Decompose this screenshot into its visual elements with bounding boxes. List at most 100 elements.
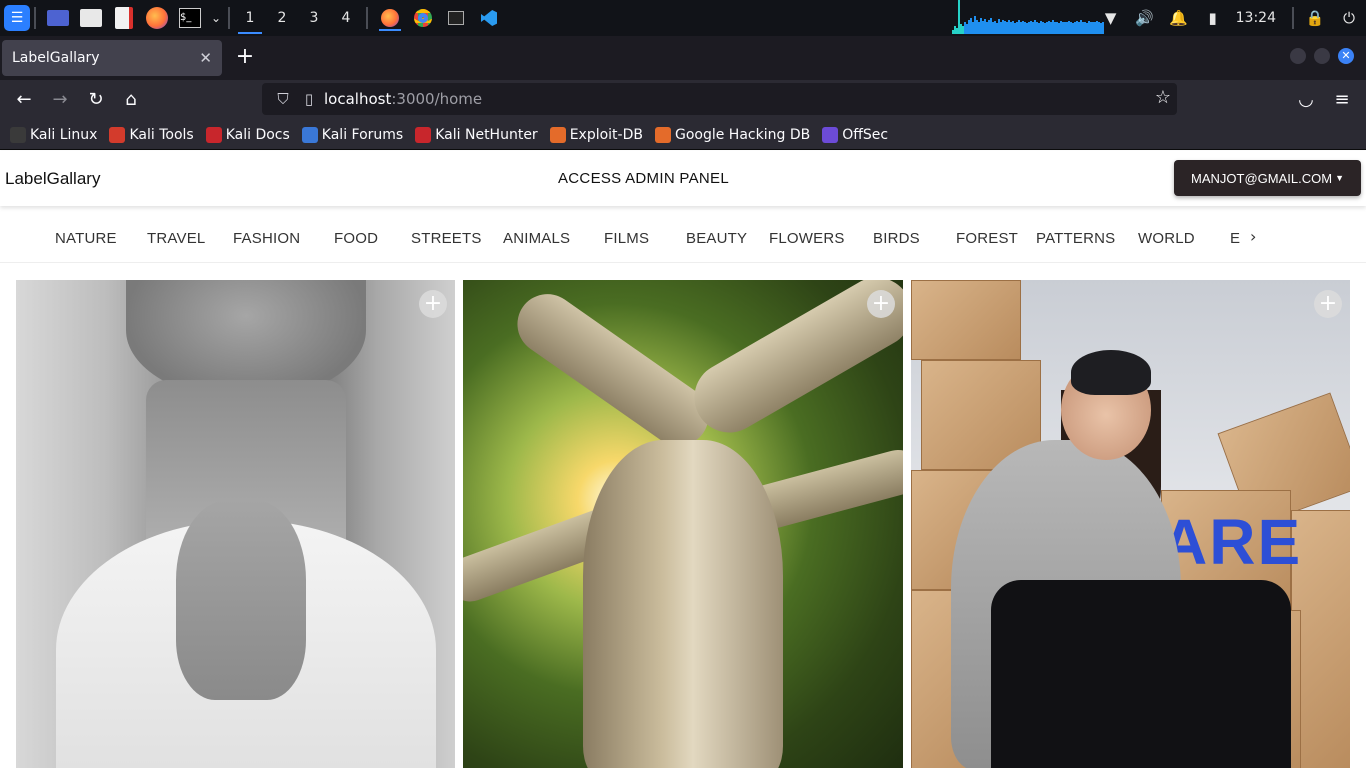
vscode-window-icon[interactable]: [474, 3, 504, 33]
category-food[interactable]: FOOD: [334, 230, 378, 247]
hamburger-menu-icon[interactable]: ≡: [1330, 88, 1354, 112]
bookmark-item[interactable]: Kali Docs: [205, 126, 290, 143]
window-controls: ✕: [1290, 48, 1354, 64]
bookmark-label: OffSec: [842, 126, 889, 143]
lock-icon[interactable]: 🔒: [1298, 0, 1332, 36]
terminal-launcher-icon[interactable]: $_: [175, 3, 205, 33]
terminal-window-icon[interactable]: [441, 3, 471, 33]
os-taskbar: ☰ $_ ⌄ 1 2 3 4 ▼ 🔊 🔔 ▮ 13:24 🔒 ⏻: [0, 0, 1366, 36]
taskbar-separator: [228, 7, 230, 29]
photo-branch: [505, 282, 721, 458]
taskbar-separator: [366, 7, 368, 29]
back-arrow-icon[interactable]: ←: [12, 88, 36, 112]
maximize-window-button[interactable]: [1314, 48, 1330, 64]
new-tab-button[interactable]: +: [234, 45, 256, 69]
bookmark-item[interactable]: Kali Forums: [301, 126, 404, 143]
category-animals[interactable]: ANIMALS: [503, 230, 570, 247]
shield-icon[interactable]: ⛉: [272, 90, 294, 108]
text-editor-icon[interactable]: [109, 3, 139, 33]
user-menu-button[interactable]: MANJOT@GMAIL.COM ▼: [1174, 160, 1361, 196]
user-email: MANJOT@GMAIL.COM: [1191, 170, 1333, 186]
workspace-desktop-icon[interactable]: [43, 3, 73, 33]
kali-menu-icon[interactable]: ☰: [4, 5, 30, 31]
category-travel[interactable]: TRAVEL: [147, 230, 205, 247]
bookmark-favicon-icon: [415, 126, 432, 143]
volume-icon[interactable]: 🔊: [1128, 0, 1162, 36]
gallery-photo[interactable]: +: [16, 280, 455, 768]
photo-graffiti: ARE: [1161, 506, 1303, 578]
add-photo-button[interactable]: +: [419, 290, 447, 318]
bookmark-favicon-icon: [205, 126, 222, 143]
bookmark-label: Kali Linux: [30, 126, 98, 143]
workspace-3[interactable]: 3: [298, 0, 330, 36]
bookmark-item[interactable]: Kali Linux: [10, 126, 98, 143]
workspace-switcher: 1 2 3 4: [234, 0, 362, 36]
power-icon[interactable]: ⏻: [1332, 0, 1366, 36]
photo-hand: [176, 500, 306, 700]
bookmark-favicon-icon: [301, 126, 318, 143]
category-world[interactable]: WORLD: [1138, 230, 1195, 247]
cpu-usage-graph: [952, 0, 1106, 34]
bookmark-item[interactable]: Exploit-DB: [549, 126, 643, 143]
bookmark-label: Google Hacking DB: [674, 126, 811, 143]
bookmark-item[interactable]: Kali NetHunter: [415, 126, 538, 143]
file-manager-icon[interactable]: [76, 3, 106, 33]
bookmark-item[interactable]: OffSec: [822, 126, 889, 143]
category-forest[interactable]: FOREST: [956, 230, 1018, 247]
category-flowers[interactable]: FLOWERS: [769, 230, 845, 247]
caret-down-icon: ▼: [1335, 173, 1344, 183]
firefox-window-icon[interactable]: [375, 3, 405, 33]
pocket-icon[interactable]: ◡: [1294, 88, 1318, 112]
photo-legs: [991, 580, 1291, 768]
url-host: localhost: [324, 90, 392, 108]
category-nature[interactable]: NATURE: [55, 230, 117, 247]
forward-arrow-icon[interactable]: →: [48, 88, 72, 112]
gallery-photo[interactable]: +: [463, 280, 903, 768]
wifi-icon[interactable]: ▼: [1094, 0, 1128, 36]
chevron-right-icon[interactable]: ›: [1250, 227, 1256, 246]
browser-tab-active[interactable]: LabelGallary ✕: [2, 40, 222, 76]
site-brand[interactable]: LabelGallary: [5, 169, 100, 189]
close-tab-icon[interactable]: ✕: [199, 49, 212, 67]
reload-icon[interactable]: ↻: [84, 88, 108, 112]
workspace-4[interactable]: 4: [330, 0, 362, 36]
category-birds[interactable]: BIRDS: [873, 230, 920, 247]
bookmark-item[interactable]: Google Hacking DB: [654, 126, 811, 143]
category-beauty[interactable]: BEAUTY: [686, 230, 747, 247]
bookmark-star-icon[interactable]: ☆: [1155, 87, 1171, 108]
browser-tab-strip: LabelGallary ✕: [0, 36, 1366, 80]
gallery-photo[interactable]: ARE +: [911, 280, 1350, 768]
bookmark-item[interactable]: Kali Tools: [109, 126, 194, 143]
category-fashion[interactable]: FASHION: [233, 230, 300, 247]
system-tray: ▼ 🔊 🔔 ▮ 13:24 🔒 ⏻: [1094, 0, 1366, 36]
category-e[interactable]: E: [1230, 230, 1240, 247]
taskbar-separator: [34, 7, 36, 29]
chevron-down-icon[interactable]: ⌄: [208, 3, 224, 33]
photo-gallery: + + ARE +: [0, 280, 1366, 768]
close-window-button[interactable]: ✕: [1338, 48, 1354, 64]
bookmark-label: Kali NetHunter: [435, 126, 538, 143]
clock[interactable]: 13:24: [1230, 10, 1288, 26]
bookmark-favicon-icon: [10, 126, 26, 143]
bookmark-label: Kali Forums: [321, 126, 404, 143]
address-bar[interactable]: ⛉ ▯ localhost:3000/home ☆: [262, 83, 1177, 115]
add-photo-button[interactable]: +: [867, 290, 895, 318]
admin-panel-link[interactable]: ACCESS ADMIN PANEL: [558, 170, 729, 187]
home-icon[interactable]: ⌂: [119, 88, 143, 112]
battery-icon[interactable]: ▮: [1196, 0, 1230, 36]
category-streets[interactable]: STREETS: [411, 230, 482, 247]
photo-beret: [1071, 350, 1151, 395]
workspace-1[interactable]: 1: [234, 0, 266, 36]
firefox-launcher-icon[interactable]: [142, 3, 172, 33]
tab-title: LabelGallary: [12, 50, 100, 66]
category-films[interactable]: FILMS: [604, 230, 649, 247]
page-info-icon[interactable]: ▯: [298, 90, 320, 108]
workspace-2[interactable]: 2: [266, 0, 298, 36]
minimize-window-button[interactable]: [1290, 48, 1306, 64]
chrome-window-icon[interactable]: [408, 3, 438, 33]
bookmark-label: Kali Tools: [129, 126, 194, 143]
category-patterns[interactable]: PATTERNS: [1036, 230, 1115, 247]
photo-tree-trunk: [583, 440, 783, 768]
notification-bell-icon[interactable]: 🔔: [1162, 0, 1196, 36]
add-photo-button[interactable]: +: [1314, 290, 1342, 318]
